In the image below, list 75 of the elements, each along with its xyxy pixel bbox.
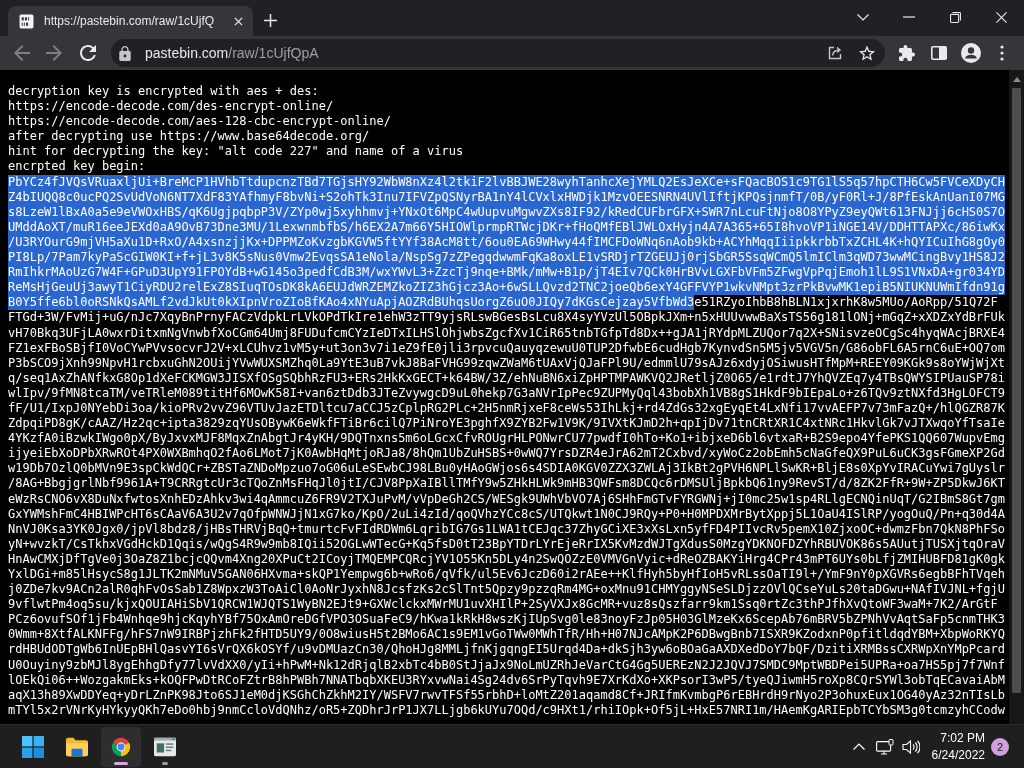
minimize-icon <box>903 16 915 18</box>
person-icon <box>961 43 981 63</box>
key-text: e51RZyoIhbB8hBLN1xjxrhK8w5MUo/AoRpp/51Q72F <box>694 295 998 311</box>
indicator-bar-icon <box>162 761 168 765</box>
scrollbar-thumb[interactable] <box>1012 88 1021 693</box>
key-text: FTGd+3W/FvMij+uG/nJc7XqyBnPrnyFACzVdpkLrLVkOPdTkIre1ehW3zTT9yjsRLswBGesBsLcu8X4syYVzUl5OBpkJXm+n5xHUUvwwBaXsTS56g181lONj+mGqZ+xXDZxYdBrFUk <box>8 310 1005 326</box>
text-line: decryption key is encrypted with aes + des: <box>8 84 320 100</box>
four-squares-icon <box>22 735 44 758</box>
key-text: q/seq1AxZhANfkxG8Op1dXeFCKMGW3JISXfOSgSQbhRzFU3+ERs2HkKxGECT+k64BW/3Z/ehNuBN6xiZpHPTMPAWKVQ2JRetljZ0O65/e1rdtJ7YhQVZEq7y4TBsQWYSIPUauSP78i <box>8 370 1005 386</box>
chevron-up-icon <box>852 743 865 750</box>
speaker-icon <box>901 738 920 755</box>
lock-icon <box>119 45 131 61</box>
key-text: w19Db7OzlQ0bMVn9E3spCkWdQCr+ZBSTaZNDoMpzuo7oG06uLeSEwbCJ98LBu0yHAoGWjos6s4SDIA0KGV0ZZX3ZWLAj3IkBt2gPVH6NPLlSwKR+BljE8s0XpYvIRACuYwi7gUyslr <box>8 461 1005 477</box>
key-text: FZ1exFBoSBjfI0VoCYwPVvsocvrJ2V+xLCUhvz1vM5y+ut3on3v7i1eZ9fE0jli3rpvcuQauyqzewuU0TUP2DfwbE6cudHgb7KynvdSn5M5jv5VGV5n/G86obFL6A5rnC6uE+OQ7om <box>8 340 1005 356</box>
arrow-right-icon <box>46 45 62 61</box>
key-text: yN+wvzkT/CsTkhxVGdHckD1Qqis/wQgS4R9w9mb8IQii52OGLwWTecG+Kq5fsD0tT23BpYTDrLYrEjeRrIX5KvMzdWJTgXdusS0MzgYDKNOFDZYhRBUVOK86s5AUutjTUSXjtqOraV <box>8 536 1005 552</box>
folder-icon <box>66 735 88 758</box>
close-icon <box>233 16 243 26</box>
key-text: 0Wmm+8XtfALKNFFg/hFS7nW9IRBPjzhFk2fHTD5UY9/0O8wiusH5t2BMo6AC1s9EM1vGoTWw0MWhTfR/Hh+H07NJcAMpK2P6DBwgBnb7ISXR9KZodxnP0pfitldqdYBM+XbpWoRKYQ <box>8 627 1005 643</box>
browser-icon <box>110 735 132 758</box>
key-text: fF/U1/IxpJ0NYebDi3oa/kioPRv2vvZ96VTUvJazETDltcu7aCCJ5zCplpRG2PLc+2H5nmRjxeF8ceWs53IhLkj+rd4ZdGs32xgEyqEt4LxNfi17vvAEFP7v73mFazQ+/hlQGZR87K <box>8 400 1005 417</box>
key-text: eWzRsCNO6vX8DuNxfwtosXnhEDzAhkv3wi4qAmmcuZ6FR9V2TXJuPvM/vVpDeGh2CS/WESgk9UWhVbVO7Aj6SHhFmGTvFYRGWNj+jI0mc25w1sp4RLlgECNQinUqT/G2IBmS8Gt7gm <box>8 491 1005 507</box>
key-text: 9vflwtPm4oq5su/kjxQOUIAHiSbV1QRCW1WJQTS1WyBN2EJt9+GXWclckxMWrMU1uvXHIlP+2SyVXJx8GcMR+vuz8sQszfarr9km1Ssq0rtZc3thPJfhXvQtoWF3waM+7K2/ArGtF <box>8 597 998 613</box>
text-line: https://encode-decode.com/des-encrypt-online/ <box>8 99 335 115</box>
key-text: ZdpqiPD8gK/cAAZ/Hz2qc+ipta3829zqYUsOBywK6eWkfFTiBr6cilQ7PiNroYE3pghfX9ZYB2Fw1V9K/9IVXtKJmD2h+qpIjDv71tnCRtXR1C4xtNRc1HkvlGk7vJTXwqoYfTsaIe <box>8 416 1005 432</box>
url-text: pastebin.com/raw/1cUjfQpA <box>145 45 319 61</box>
plus-icon <box>263 14 277 27</box>
notification-badge[interactable]: 2 <box>991 737 1009 756</box>
scroll-up-arrow-icon[interactable] <box>1012 77 1021 82</box>
close-icon <box>995 11 1007 23</box>
key-text: HnAwCMXjDfTgVe0j3OaZ8Z1bcjcQQvm4Xng20XPuCt2ICoyjTMQEMPCQRcjYV1O55Kn5DLy4n2SwQOZzE0VMVGnVyic+dReOZBAKYiHrg4CPr43mPT6UYs0bLfjZMIHUBFD81gK0gk <box>8 551 1005 567</box>
key-text: GxYWMshFmC4HBIWPcHT6sCAaV6A3U2v7qOfpWNWJjN1xG7ko/KpO/2uLi4zId/qoQVhzYCc8cS/UTQkwt1N0CJ9RQy+P0+H0MPDXMrBytXppj5L1OaU4ISlRP/yogOuQ/Pn+q30d4A <box>8 506 1005 522</box>
document-icon <box>19 13 34 29</box>
clock-time[interactable]: 7:02 PM <box>940 731 985 745</box>
restore-icon <box>949 11 961 23</box>
key-text: NnVJ0Ksa3YK0Jgx0/jpVl8bdz8/jHBsTHRVjBqQ+tmurtcFvFIdRDWm6LqribIG7Gs1LWA1tCEJqc37ZhyGCiXE3xXsLxn5yfFD4PIIvcRv5pemX10ZjxoOC+dwmzFbn7QkN8PhFSo <box>8 521 1005 537</box>
highlighted-key-text: ReMsHjGeuUj3awyT1CiyRDU2relExZ8SIuqTOsDK8kA6EUJdWRZEMZkoZIZ3hGjcz3Ao+6wSLLQvzd2TNC2joeQb6exY4GFFVYP1wkvNMpt3zrPkBvwMK1epiB5NIUKNUWmIfdn91g <box>8 280 1005 296</box>
key-text: PCz6ovufSOf1jFb4Wnhqe9hjcKqyhYBf75OxAmOreDGfVPO3OSuaFeC9/hKwa1kRkH8wszKjIUpSvg0le83noyFzJp05H03GlMzeKx6ScepAb76mBRV5bZPNhVvAqtSaFp5cnmTHK3 <box>8 612 1005 628</box>
puzzle-icon <box>899 45 915 61</box>
share-icon <box>827 45 843 61</box>
browser-tab[interactable]: https://pastebin.com/raw/1cUjfQ <box>8 6 253 36</box>
monitor-icon <box>875 738 894 755</box>
highlighted-key-text: B0Y5ffe6bl0oRSNkQsAMLf2vdJkUt0kXIpnVroZIoBfKAo4xNYuApjAOZRdBUhqsUorgZ6uO0JIQy7dKGsCejzay5VfbWd3 <box>8 295 695 311</box>
address-field[interactable]: pastebin.com/raw/1cUjfQpA <box>111 39 885 67</box>
key-text: j0ZDe7kv9ACn2alR0qhFvOsSab1Z8WpxzW3ToAiCl0AoNrJyxhN8JcsfzKs2cSlTnt5Qpzy9pzzqRm4MG+oxMnu91CHMYggyNSeSLDjzzOVlQCseYuLs20taDGwu+NAfIVJNL+fgjU <box>8 582 1005 598</box>
star-icon <box>859 45 875 61</box>
side-panel-icon <box>931 45 947 61</box>
text-line: encrpted key begin: <box>8 159 147 175</box>
reload-icon <box>80 45 96 61</box>
key-text: 4YKzfA0iBzwkIWgo0pX/ByJxvxMJF8MqxZnAbgtJr4yKH/9DQTnxns5m6oLGcxCfvROUgrHLPONwrCU77pwdfI0hTo+Ko1+ibjxeD6bl6vtxaR+B2S9epo4YfePKS1QQ607WupvEmg <box>8 431 1005 447</box>
key-text: lOEkQi06++WozgakmEks+kOQFPwDtRCoFZtrB8hPWBh7NNATbqbXKEU3RYxvwNai4Sg24dv6SrPyTqvh9E7XrKdXo+XKPsorI3wP5/tyeQJiwmH5roXp8CQrSYWl3obTqECavaiAbM <box>8 672 1005 688</box>
highlighted-key-text: RmIhkrMAoUzG7W4F+GPuD3UpY91FPOYdB+wG145o3pedfCdB3M/wxYWvL3+ZzcTj9nqe+BMk/mMw+B1p/jT4EIv7QCk0HrBVvLGXFbVFm5ZFwgVpPqjEmoh1lL9S1VNxDA+gr034YD <box>8 265 1005 281</box>
highlighted-key-text: PbYCz4fJVQsVRuaxljUi+BreMcP1HVhbTtdupcnzTBd7TGjsHY92WbW8nXz4l2tkiF2lvBBJWE28wyhTanhcXejYMLQ2EsJeXCe+sFQacBOS1c9TG1lS5q57hpCTH6Cw5FVCeXDyCH <box>8 174 1005 190</box>
clock-date[interactable]: 6/24/2022 <box>931 748 985 762</box>
key-text: wlIpv/9fMN8tcaTM/veTRleM089titHf6MOwK58I+van6ztDdb3JTeZvywgcD9uL0hekp7G3aNVrIpPec9ZUPMyQql43bobXh1VB8gS1HkdF9bIEpaLo+z6TQv9ztNXfd3HgLOFCT9 <box>8 385 1005 401</box>
scrollbar-track[interactable] <box>1009 70 1024 724</box>
indicator-bar-icon <box>114 761 128 765</box>
key-text: U0Ouyiny9zbMJl8ygEhhgDfy77lvVdXX0/yIi+hPwM+Nk12dRjqlB2xbTc4bB0StJjaJx9NoLmUZRhJeVarCtG4Gg5UEREzN2J2JQVJ7SMDC9MptWBDPei5UPRa+oa7HS5pj7f7Wnf <box>8 657 1005 673</box>
text-line: after decrypting use https://www.base64decode.org/ <box>8 129 371 145</box>
key-text: YxlDGi+m85lHsycS8g1JLTK2mNMuV5GAN06HXvma+skQP1Yempwg6b+wRo6/qVfk/ul5Ev6JczD60i2rAEe++KlfHyh5byHfIoH5vRLssOaTI9l+/YmF9nY0pXGVRs6egbBFhTVqeh <box>8 567 1005 583</box>
highlighted-key-text: PI8Lp/7Pam7kyPaScGIW0KI+f+jL3v8K5sNus0Vmw2EvqsSA1eNola/NspSg7zZPegqdwwmFqKa8oxLE1vSRDjrTZGEUJj0rjSbGR5SsqWCmQ5lmIClm3qWD73wwMCingBvy1HS8J2 <box>8 250 1005 266</box>
key-text: aqX13h89XwDDYeq+yDrLZnPK98Jto6SJ1eM0djKSGhChZkhM2IY/WSFV7rwvTFSf55rbhD+loMtZ201aqamd8Cf+JRIfmKvmbgP6rEBHrdH9rNyo2P3ohuxEux1OG40yAz32nTIsLb <box>8 687 1005 703</box>
taskbar-app-button[interactable] <box>101 726 141 767</box>
window-app-icon <box>154 735 176 758</box>
key-text: mTYl5x2rVNrKyHYkyyQKh7eDo0hbj9nmCcloVdQNhz/oR5+ZQDhrJrP1JX7LLjgb6kUYu7OQd/c9HXt1/rhiIOpk+Of5jL+HxE57NRI1m/HAemKgARIEpbTCYbSM3g0tcmzyhCCodw <box>8 702 1005 718</box>
text-line: hint for decrypting the key: "alt code 227" and name of a virus <box>8 144 465 160</box>
chevron-down-icon <box>857 13 869 21</box>
key-text: ijyeiEbXoDPbXRwROt4PX0WXBmhqO2fAo6LMot7jK0AwbHqMtjoRJa8/8hQm1UbZuHSBS+0wWQ7YrsDZR4eJrA62mT2Cxbvd/xyWoCz2obEmh5cNaGfeQX9PuL6uCK3gsFGmeXP2Gd <box>8 446 1005 462</box>
text-line: https://encode-decode.com/aes-128-cbc-encrypt-online/ <box>8 114 392 130</box>
key-text: rdHBUdODTgWb6InUEpBHlQasvYI6sVrQX6kOSYf/u9vDMUazCn30/QhoHJg8MMLjfnKjgqngEI5Urqd4Da+dkSjh3yw6oBOaGaAXDXedDoY7bQF/DzitiXRMBssCXRWpXnYMpPcard <box>8 642 1005 658</box>
key-text: P3bSCO9jXnh99NpvH1rcbxuGhN2OUijYVwWUXSMZhq0La9YtE3uB7vkJ8BaFVHG99zqwZWaM6tUAxVjQJaFPl9U/edmmlU79sAJz6xdyjOSiwusHTfMpM+REEY09KGk9s8oYWjWjXt <box>8 355 1005 371</box>
arrow-left-icon <box>14 45 30 61</box>
more-icon <box>1000 45 1004 61</box>
key-text: vH70Bkq3UFjLA0wxrDitxmNgVnwbfXoCGm64Umj8FUDufcmCYzIeDTxILHSlOhjwbsZgcfXv1CiR65tnbTGfpTd8Dx++gJA1jRYdpMLZUQor7q2X+SNisvzeOCgSc4hyqWAcjBRXE4 <box>8 325 1005 341</box>
key-text: /8AG+BbgjgrlNbf9961A+T9CRRgtcUr3cTQoZnMsFHqJl0jtI/CJV8PpXaIBllTMfY9w5ZHkHLWk9mHB3QWFsm8DCQc6rDMSUljBpkbQ61ny9RevST/d/8ZK2FfR+9W+ZP5DkwJ6KT <box>8 476 1005 492</box>
